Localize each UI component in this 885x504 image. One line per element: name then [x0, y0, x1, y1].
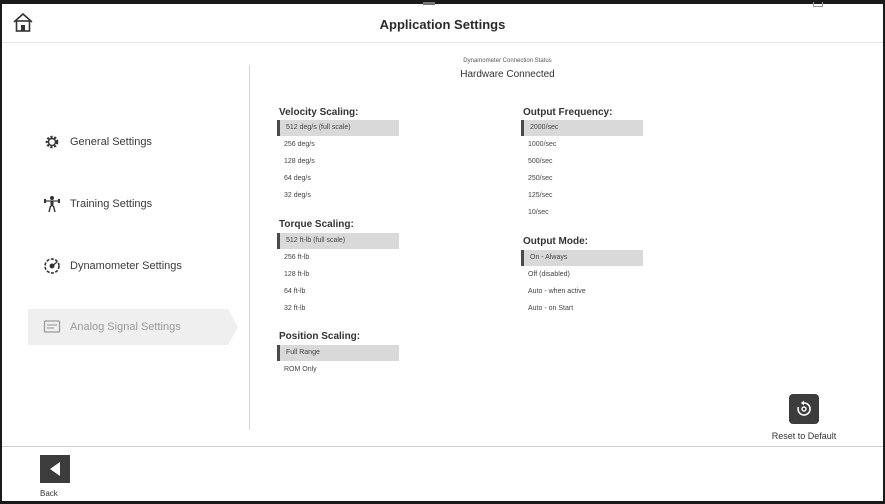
velocity-scaling-title: Velocity Scaling:: [279, 107, 359, 118]
frequency-option[interactable]: 2000/sec: [521, 120, 643, 136]
reset-icon: [797, 400, 811, 416]
back-arrow-icon: [50, 462, 60, 476]
velocity-option[interactable]: 256 deg/s: [277, 137, 399, 153]
velocity-option[interactable]: 32 deg/s: [277, 188, 399, 204]
torque-scaling-title: Torque Scaling:: [279, 219, 354, 230]
dynamometer-icon: [42, 256, 62, 276]
sidebar-item-analog-signal-settings[interactable]: Analog Signal Settings: [28, 309, 238, 345]
connection-status-label: Dynamometer Connection Status: [463, 58, 552, 64]
sidebar-item-label: General Settings: [70, 136, 152, 148]
frequency-option[interactable]: 500/sec: [521, 154, 643, 170]
torque-option[interactable]: 512 ft-lb (full scale): [277, 233, 399, 249]
velocity-option[interactable]: 64 deg/s: [277, 171, 399, 187]
vertical-divider: [249, 65, 250, 430]
torque-option[interactable]: 128 ft-lb: [277, 267, 399, 283]
sidebar-item-dynamometer-settings[interactable]: Dynamometer Settings: [28, 248, 182, 284]
back-label: Back: [40, 489, 58, 498]
velocity-option[interactable]: 512 deg/s (full scale): [277, 120, 399, 136]
back-button[interactable]: [40, 455, 70, 483]
output-frequency-title: Output Frequency:: [523, 107, 613, 118]
footer-divider: [2, 446, 883, 447]
velocity-option[interactable]: 128 deg/s: [277, 154, 399, 170]
sidebar-item-label: Training Settings: [70, 198, 153, 210]
mode-option[interactable]: On - Always: [521, 250, 643, 266]
frequency-option[interactable]: 1000/sec: [521, 137, 643, 153]
sidebar-item-label: Dynamometer Settings: [70, 260, 182, 272]
title-bar: Application Settings: [2, 4, 883, 43]
page-title: Application Settings: [379, 17, 506, 32]
mode-option[interactable]: Auto - on Start: [521, 301, 643, 317]
torque-option[interactable]: 64 ft-lb: [277, 284, 399, 300]
torque-option[interactable]: 32 ft-lb: [277, 301, 399, 317]
mode-option[interactable]: Auto - when active: [521, 284, 643, 300]
torque-option[interactable]: 256 ft-lb: [277, 250, 399, 266]
sidebar-item-label: Analog Signal Settings: [70, 321, 181, 333]
frequency-option[interactable]: 250/sec: [521, 171, 643, 187]
position-option[interactable]: Full Range: [277, 345, 399, 361]
output-mode-title: Output Mode:: [523, 236, 588, 247]
connection-status-value: Hardware Connected: [460, 69, 555, 80]
frequency-option[interactable]: 125/sec: [521, 188, 643, 204]
sidebar-item-training-settings[interactable]: Training Settings: [28, 186, 152, 222]
gear-icon: [42, 132, 62, 152]
reset-to-default-button[interactable]: [789, 394, 819, 424]
signal-icon: [42, 317, 62, 337]
position-scaling-title: Position Scaling:: [279, 331, 361, 342]
mode-option[interactable]: Off (disabled): [521, 267, 643, 283]
sidebar-item-general-settings[interactable]: General Settings: [28, 124, 152, 160]
position-option[interactable]: ROM Only: [277, 362, 399, 378]
person-icon: [42, 194, 62, 214]
frequency-option[interactable]: 10/sec: [521, 205, 643, 221]
reset-to-default-label: Reset to Default: [771, 431, 837, 441]
